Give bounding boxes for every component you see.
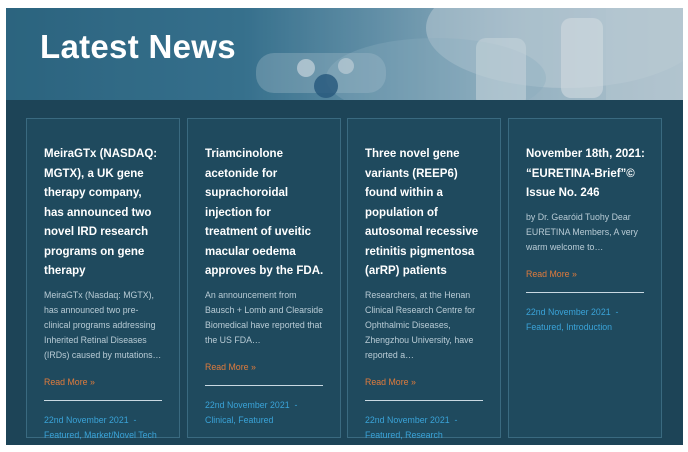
news-card-excerpt: Researchers, at the Henan Clinical Resea… bbox=[365, 289, 476, 360]
news-card: Three novel gene variants (REEP6) found … bbox=[347, 118, 501, 440]
news-card-tags[interactable]: Featured, Market/Novel Tech bbox=[44, 430, 157, 440]
card-divider bbox=[44, 399, 162, 401]
news-card: Triamcinolone acetonide for suprachoroid… bbox=[187, 118, 341, 438]
card-divider bbox=[205, 384, 323, 386]
news-card-meta: 22nd November 2021 - Featured, Research bbox=[365, 413, 484, 443]
card-divider bbox=[526, 291, 644, 293]
news-card-title[interactable]: November 18th, 2021: “EURETINA-Brief”© I… bbox=[526, 145, 645, 204]
meta-separator: - bbox=[454, 414, 458, 425]
meta-separator: - bbox=[615, 306, 619, 317]
news-card-date: 22nd November 2021 bbox=[205, 399, 290, 410]
news-card-date: 22nd November 2021 bbox=[526, 306, 611, 317]
page-title: Latest News bbox=[40, 28, 236, 65]
news-card-tags[interactable]: Featured, Research bbox=[365, 430, 443, 440]
news-card-date: 22nd November 2021 bbox=[365, 414, 450, 425]
news-card-tags[interactable]: Clinical, Featured bbox=[205, 415, 273, 425]
news-card-excerpt: by Dr. Gearóid Tuohy Dear EURETINA Membe… bbox=[526, 211, 638, 252]
news-card-date: 22nd November 2021 bbox=[44, 414, 129, 425]
read-more-link[interactable]: Read More » bbox=[205, 362, 256, 372]
card-divider bbox=[365, 399, 483, 401]
read-more-link[interactable]: Read More » bbox=[365, 377, 416, 387]
hero-banner: Latest News bbox=[6, 8, 683, 100]
news-card-meta: 22nd November 2021 - Featured, Market/No… bbox=[44, 413, 163, 443]
news-card: MeiraGTx (NASDAQ: MGTX), a UK gene thera… bbox=[26, 118, 180, 440]
news-card-title[interactable]: Triamcinolone acetonide for suprachoroid… bbox=[205, 145, 324, 282]
news-section: Latest News MeiraGTx (NASDAQ: MGTX), a U… bbox=[6, 8, 683, 445]
read-more-link[interactable]: Read More » bbox=[44, 377, 95, 387]
meta-separator: - bbox=[294, 399, 298, 410]
meta-separator: - bbox=[133, 414, 137, 425]
news-card-excerpt: MeiraGTx (Nasdaq: MGTX), has announced t… bbox=[44, 289, 162, 360]
news-card: November 18th, 2021: “EURETINA-Brief”© I… bbox=[508, 118, 662, 438]
news-card-title[interactable]: Three novel gene variants (REEP6) found … bbox=[365, 145, 484, 282]
news-card-meta: 22nd November 2021 - Clinical, Featured bbox=[205, 398, 324, 428]
news-card-excerpt: An announcement from Bausch + Lomb and C… bbox=[205, 289, 324, 345]
read-more-link[interactable]: Read More » bbox=[526, 269, 577, 279]
news-card-meta: 22nd November 2021 - Featured, Introduct… bbox=[526, 305, 645, 335]
news-card-tags[interactable]: Featured, Introduction bbox=[526, 322, 612, 332]
news-card-list: MeiraGTx (NASDAQ: MGTX), a UK gene thera… bbox=[26, 118, 666, 440]
news-card-title[interactable]: MeiraGTx (NASDAQ: MGTX), a UK gene thera… bbox=[44, 145, 163, 282]
